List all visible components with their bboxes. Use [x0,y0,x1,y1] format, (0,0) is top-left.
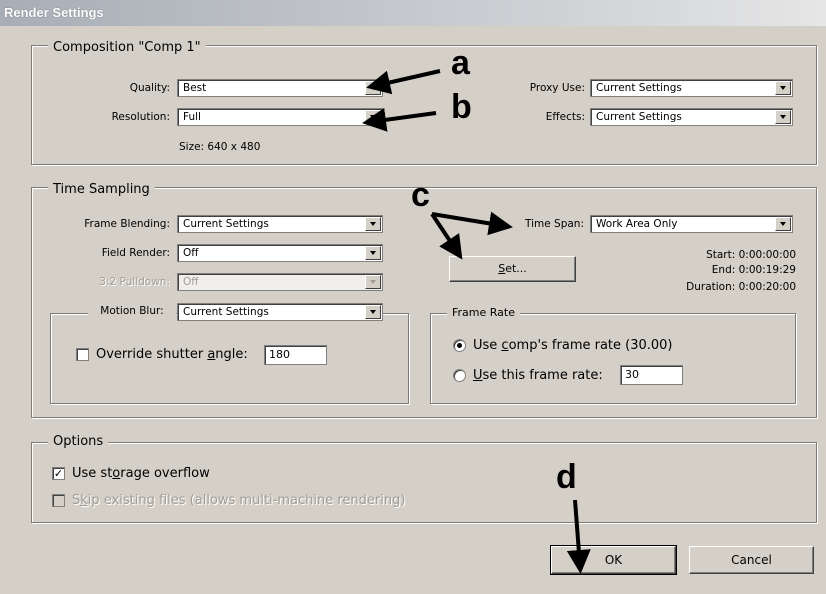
annotation-d: d [556,458,577,496]
annotation-arrows [362,69,591,574]
arrow-c1-icon [431,211,513,236]
arrow-a-icon [366,69,441,95]
annotation-a: a [451,44,470,82]
annotation-c: c [411,176,430,214]
arrow-b-icon [362,107,437,132]
arrow-c2-icon [430,212,463,260]
arrow-d-icon [566,499,591,574]
annotation-b: b [451,88,472,126]
